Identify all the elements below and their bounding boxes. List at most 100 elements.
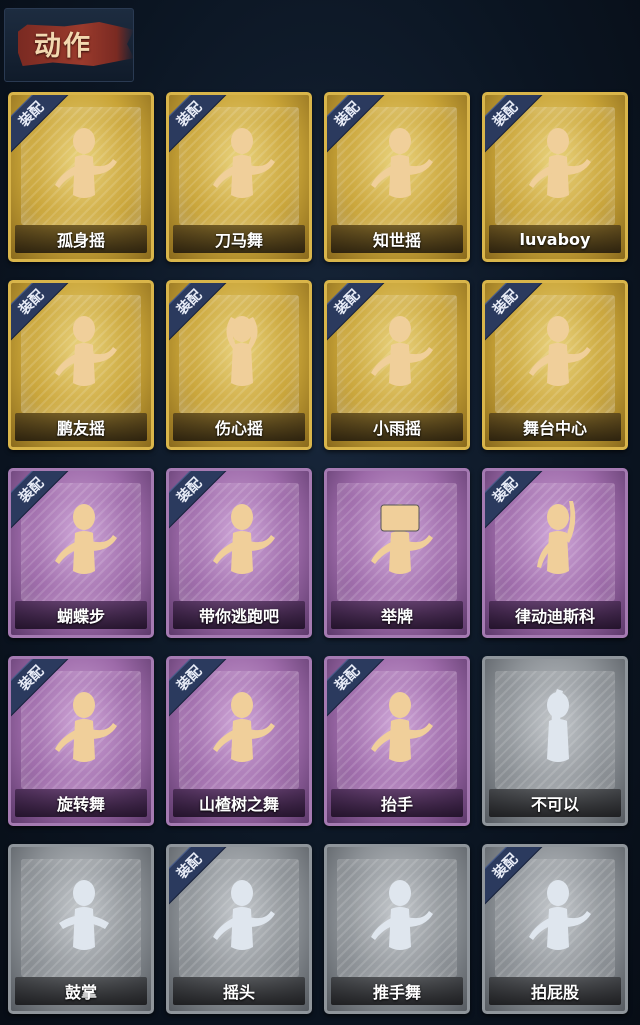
emote-grid: 孤身摇 装配 刀马舞 装配 知世摇 装配 luvaboy 装配 鹏友摇 装配 伤心摇 装配 小雨摇 装配舞… bbox=[0, 0, 640, 1025]
emote-card[interactable]: 旋转舞 装配 bbox=[8, 656, 154, 826]
card-label-bar: 抬手 bbox=[331, 789, 463, 817]
emote-name: 刀马舞 bbox=[214, 231, 263, 250]
equipped-ribbon: 装配 bbox=[485, 95, 545, 155]
finger-wag-icon bbox=[547, 689, 569, 762]
equipped-badge: 装配 bbox=[11, 95, 71, 155]
card-label-bar: luvaboy bbox=[489, 225, 621, 253]
emote-name: 鼓掌 bbox=[64, 983, 97, 1002]
equipped-badge: 装配 bbox=[11, 283, 71, 343]
emote-name: 孤身摇 bbox=[56, 231, 105, 250]
card-label-bar: 孤身摇 bbox=[15, 225, 147, 253]
equipped-label: 装配 bbox=[490, 287, 522, 319]
emote-card[interactable]: 律动迪斯科 装配 bbox=[482, 468, 628, 638]
equipped-label: 装配 bbox=[174, 287, 206, 319]
emote-name: 蝴蝶步 bbox=[56, 607, 105, 626]
emote-card[interactable]: 抬手 装配 bbox=[324, 656, 470, 826]
emote-figure bbox=[513, 679, 603, 779]
emote-name: 举牌 bbox=[380, 607, 413, 626]
equipped-ribbon: 装配 bbox=[11, 95, 71, 155]
equipped-ribbon: 装配 bbox=[169, 471, 229, 531]
emote-card[interactable]: luvaboy 装配 bbox=[482, 92, 628, 262]
emote-name: 舞台中心 bbox=[522, 419, 587, 438]
card-label-bar: 伤心摇 bbox=[173, 413, 305, 441]
emote-card[interactable]: 摇头 装配 bbox=[166, 844, 312, 1014]
emote-card[interactable]: 鹏友摇 装配 bbox=[8, 280, 154, 450]
clap-icon bbox=[59, 880, 109, 950]
card-label-bar: 推手舞 bbox=[331, 977, 463, 1005]
card-label-bar: 刀马舞 bbox=[173, 225, 305, 253]
equipped-label: 装配 bbox=[16, 99, 48, 131]
equipped-label: 装配 bbox=[174, 475, 206, 507]
equipped-ribbon: 装配 bbox=[169, 283, 229, 343]
emote-card[interactable]: 举牌 bbox=[324, 468, 470, 638]
card-label-bar: 山楂树之舞 bbox=[173, 789, 305, 817]
emote-card[interactable]: 刀马舞 装配 bbox=[166, 92, 312, 262]
equipped-ribbon: 装配 bbox=[485, 471, 545, 531]
emote-card[interactable]: 舞台中心 装配 bbox=[482, 280, 628, 450]
card-label-bar: 鹏友摇 bbox=[15, 413, 147, 441]
equipped-badge: 装配 bbox=[169, 283, 229, 343]
card-label-bar: 拍屁股 bbox=[489, 977, 621, 1005]
emote-name: 拍屁股 bbox=[530, 983, 579, 1002]
emote-figure bbox=[39, 867, 129, 967]
equipped-badge: 装配 bbox=[327, 283, 387, 343]
equipped-badge: 装配 bbox=[327, 95, 387, 155]
emote-name: 知世摇 bbox=[372, 231, 421, 250]
equipped-label: 装配 bbox=[174, 851, 206, 883]
card-label-bar: 摇头 bbox=[173, 977, 305, 1005]
emote-name: 推手舞 bbox=[372, 983, 421, 1002]
emote-name: 鹏友摇 bbox=[56, 419, 105, 438]
equipped-badge: 装配 bbox=[11, 471, 71, 531]
equipped-ribbon: 装配 bbox=[327, 659, 387, 719]
card-label-bar: 蝴蝶步 bbox=[15, 601, 147, 629]
emote-card[interactable]: 知世摇 装配 bbox=[324, 92, 470, 262]
equipped-badge: 装配 bbox=[169, 95, 229, 155]
card-label-bar: 知世摇 bbox=[331, 225, 463, 253]
equipped-label: 装配 bbox=[332, 287, 364, 319]
equipped-ribbon: 装配 bbox=[169, 659, 229, 719]
equipped-badge: 装配 bbox=[11, 659, 71, 719]
card-label-bar: 小雨摇 bbox=[331, 413, 463, 441]
emote-card[interactable]: 孤身摇 装配 bbox=[8, 92, 154, 262]
emote-card[interactable]: 推手舞 bbox=[324, 844, 470, 1014]
emote-card[interactable]: 带你逃跑吧 装配 bbox=[166, 468, 312, 638]
emote-name: 小雨摇 bbox=[372, 419, 421, 438]
emote-card[interactable]: 不可以 bbox=[482, 656, 628, 826]
emote-figure bbox=[355, 867, 445, 967]
emote-card[interactable]: 伤心摇 装配 bbox=[166, 280, 312, 450]
card-label-bar: 不可以 bbox=[489, 789, 621, 817]
equipped-badge: 装配 bbox=[169, 471, 229, 531]
sign-holder-icon bbox=[371, 504, 433, 574]
card-label-bar: 舞台中心 bbox=[489, 413, 621, 441]
emote-card[interactable]: 小雨摇 装配 bbox=[324, 280, 470, 450]
emote-name: 伤心摇 bbox=[214, 419, 263, 438]
emote-card[interactable]: 蝴蝶步 装配 bbox=[8, 468, 154, 638]
emote-card[interactable]: 山楂树之舞 装配 bbox=[166, 656, 312, 826]
equipped-label: 装配 bbox=[332, 663, 364, 695]
equipped-ribbon: 装配 bbox=[327, 283, 387, 343]
equipped-ribbon: 装配 bbox=[169, 847, 229, 907]
equipped-ribbon: 装配 bbox=[485, 283, 545, 343]
emote-name: 抬手 bbox=[380, 795, 413, 814]
equipped-label: 装配 bbox=[490, 475, 522, 507]
emote-card[interactable]: 鼓掌 bbox=[8, 844, 154, 1014]
equipped-badge: 装配 bbox=[485, 847, 545, 907]
card-label-bar: 旋转舞 bbox=[15, 789, 147, 817]
emote-card[interactable]: 拍屁股 装配 bbox=[482, 844, 628, 1014]
equipped-badge: 装配 bbox=[485, 95, 545, 155]
equipped-label: 装配 bbox=[174, 99, 206, 131]
equipped-badge: 装配 bbox=[327, 659, 387, 719]
equipped-label: 装配 bbox=[16, 475, 48, 507]
emote-name: 律动迪斯科 bbox=[514, 607, 595, 626]
equipped-label: 装配 bbox=[332, 99, 364, 131]
emote-name: 带你逃跑吧 bbox=[198, 607, 279, 626]
card-label-bar: 鼓掌 bbox=[15, 977, 147, 1005]
equipped-ribbon: 装配 bbox=[327, 95, 387, 155]
equipped-label: 装配 bbox=[490, 851, 522, 883]
card-label-bar: 举牌 bbox=[331, 601, 463, 629]
card-label-bar: 律动迪斯科 bbox=[489, 601, 621, 629]
equipped-ribbon: 装配 bbox=[11, 471, 71, 531]
emote-name: 旋转舞 bbox=[56, 795, 105, 814]
equipped-ribbon: 装配 bbox=[169, 95, 229, 155]
equipped-ribbon: 装配 bbox=[485, 847, 545, 907]
